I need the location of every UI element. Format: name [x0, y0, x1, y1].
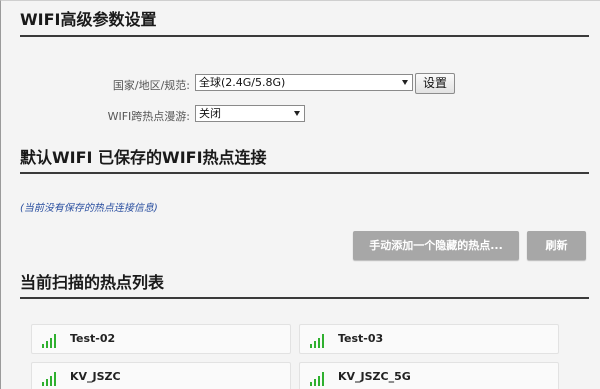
no-saved-hotspots-note: (当前没有保存的热点连接信息)	[20, 203, 158, 214]
roaming-select-value: 关闭	[199, 107, 221, 120]
hotspot-ssid: Test-03	[338, 332, 384, 345]
chevron-down-icon	[294, 111, 300, 116]
scan-list-title: 当前扫描的热点列表	[20, 273, 165, 292]
hotspot-item[interactable]: KV_JSZC_5G	[299, 362, 559, 389]
add-hidden-hotspot-button[interactable]: 手动添加一个隐藏的热点...	[353, 231, 519, 260]
saved-hotspots-title: 默认WIFI 已保存的WIFI热点连接	[20, 148, 267, 167]
hotspot-ssid: Test-02	[70, 332, 116, 345]
page-title: WIFI高级参数设置	[20, 10, 157, 29]
wifi-signal-full-icon	[42, 334, 60, 348]
region-label: 国家/地区/规范:	[112, 79, 190, 92]
hotspot-ssid: KV_JSZC_5G	[338, 370, 411, 383]
region-select[interactable]: 全球(2.4G/5.8G)	[195, 74, 413, 91]
hotspot-ssid: KV_JSZC	[70, 370, 121, 383]
title-divider	[20, 35, 589, 37]
set-region-button[interactable]: 设置	[415, 73, 455, 94]
saved-hotspots-divider	[20, 172, 589, 174]
scan-list-divider	[20, 297, 589, 299]
chevron-down-icon	[402, 80, 408, 85]
roaming-select[interactable]: 关闭	[195, 105, 305, 122]
refresh-button[interactable]: 刷新	[527, 231, 586, 260]
hotspot-item[interactable]: Test-02	[31, 324, 291, 354]
wifi-signal-full-icon	[42, 372, 60, 386]
hotspot-item[interactable]: Test-03	[299, 324, 559, 354]
roaming-label: WIFI跨热点漫游:	[107, 110, 190, 123]
wifi-signal-full-icon	[310, 372, 328, 386]
region-select-value: 全球(2.4G/5.8G)	[199, 76, 286, 89]
wifi-signal-full-icon	[310, 334, 328, 348]
hotspot-item[interactable]: KV_JSZC	[31, 362, 291, 389]
